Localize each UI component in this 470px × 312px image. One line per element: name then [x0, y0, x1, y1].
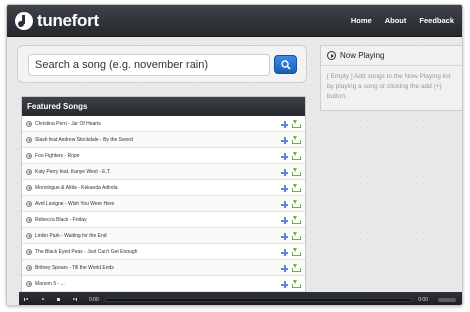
logo-text: tunefort	[37, 11, 99, 30]
add-to-playlist-icon[interactable]	[281, 169, 288, 176]
featured-songs-panel: Featured Songs Christina Perri - Jar Of …	[21, 96, 306, 305]
song-title[interactable]: Christina Perri - Jar Of Hearts	[35, 121, 101, 127]
add-to-playlist-icon[interactable]	[281, 265, 288, 272]
play-song-icon[interactable]	[26, 200, 32, 207]
download-icon[interactable]	[292, 264, 301, 272]
play-song-icon[interactable]	[26, 120, 32, 127]
search-input[interactable]	[28, 54, 270, 76]
song-title[interactable]: Foo Fighters - Rope	[35, 153, 79, 159]
download-icon[interactable]	[292, 280, 301, 288]
play-song-icon[interactable]	[26, 152, 32, 159]
song-title[interactable]: Slash feat Andrew Stockdale - By the Swo…	[35, 137, 133, 143]
now-playing-header: Now Playing	[321, 46, 462, 66]
song-title[interactable]: Monologue & Attila - Kekanda Adinda	[35, 185, 118, 191]
song-title[interactable]: Linkin Park - Waiting for the End	[35, 233, 107, 239]
nav-about-link[interactable]: About	[385, 16, 407, 25]
next-icon[interactable]	[67, 292, 83, 305]
featured-songs-title: Featured Songs	[22, 97, 305, 116]
song-title[interactable]: Katy Perry feat. Kanye West - E.T.	[35, 169, 111, 175]
song-row[interactable]: Britney Spears - Till the World Ends	[22, 260, 305, 276]
elapsed-time: 0:00	[89, 296, 99, 303]
song-row[interactable]: Avril Lavigne - Wish You Were Here	[22, 196, 305, 212]
song-row[interactable]: Christina Perri - Jar Of Hearts	[22, 116, 305, 132]
song-row[interactable]: The Black Eyed Peas - Just Can't Get Eno…	[22, 244, 305, 260]
duration-time: 0:00	[418, 296, 428, 303]
now-playing-panel: Now Playing [ Empty ] Add songs to the N…	[320, 45, 462, 111]
download-icon[interactable]	[292, 136, 301, 144]
song-title[interactable]: Britney Spears - Till the World Ends	[35, 265, 114, 271]
top-bar: tunefort Home About Feedback	[7, 5, 462, 37]
add-to-playlist-icon[interactable]	[281, 217, 288, 224]
logo[interactable]: tunefort	[15, 11, 99, 31]
play-song-icon[interactable]	[26, 168, 32, 175]
nav-home-link[interactable]: Home	[351, 16, 372, 25]
play-song-icon[interactable]	[26, 280, 32, 287]
download-icon[interactable]	[292, 200, 301, 208]
now-playing-title: Now Playing	[340, 51, 385, 60]
song-title[interactable]: Maroon 5 - ...	[35, 281, 65, 287]
search-panel	[17, 45, 307, 83]
play-song-icon[interactable]	[26, 216, 32, 223]
play-song-icon[interactable]	[26, 248, 32, 255]
add-to-playlist-icon[interactable]	[281, 121, 288, 128]
song-row[interactable]: Foo Fighters - Rope	[22, 148, 305, 164]
previous-icon[interactable]	[19, 292, 35, 305]
song-title[interactable]: Avril Lavigne - Wish You Were Here	[35, 201, 114, 207]
song-row[interactable]: Rebecca Black - Friday	[22, 212, 305, 228]
add-to-playlist-icon[interactable]	[281, 201, 288, 208]
play-song-icon[interactable]	[26, 232, 32, 239]
add-to-playlist-icon[interactable]	[281, 137, 288, 144]
play-icon[interactable]	[35, 292, 51, 305]
add-to-playlist-icon[interactable]	[281, 249, 288, 256]
nav-feedback-link[interactable]: Feedback	[419, 16, 454, 25]
music-note-icon	[15, 12, 33, 30]
player-bar: 0:00 0:00	[19, 292, 462, 305]
play-circle-icon	[327, 51, 336, 60]
add-to-playlist-icon[interactable]	[281, 233, 288, 240]
download-icon[interactable]	[292, 248, 301, 256]
main-nav: Home About Feedback	[351, 16, 454, 25]
song-list: Christina Perri - Jar Of Hearts Slash fea…	[22, 116, 305, 292]
play-song-icon[interactable]	[26, 184, 32, 191]
play-song-icon[interactable]	[26, 136, 32, 143]
play-song-icon[interactable]	[26, 264, 32, 271]
download-icon[interactable]	[292, 232, 301, 240]
stop-icon[interactable]	[51, 292, 67, 305]
song-row[interactable]: Linkin Park - Waiting for the End	[22, 228, 305, 244]
progress-bar[interactable]	[104, 297, 413, 302]
song-row[interactable]: Monologue & Attila - Kekanda Adinda	[22, 180, 305, 196]
download-icon[interactable]	[292, 168, 301, 176]
song-title[interactable]: The Black Eyed Peas - Just Can't Get Eno…	[35, 249, 137, 255]
download-icon[interactable]	[292, 152, 301, 160]
download-icon[interactable]	[292, 120, 301, 128]
search-icon	[281, 60, 291, 70]
search-button[interactable]	[274, 55, 297, 74]
app-window: tunefort Home About Feedback Featured So…	[6, 4, 463, 306]
download-icon[interactable]	[292, 184, 301, 192]
song-title[interactable]: Rebecca Black - Friday	[35, 217, 87, 223]
now-playing-empty-text: [ Empty ] Add songs to the Now Playing l…	[327, 73, 451, 100]
download-icon[interactable]	[292, 216, 301, 224]
song-row[interactable]: Katy Perry feat. Kanye West - E.T.	[22, 164, 305, 180]
song-row[interactable]: Maroon 5 - ...	[22, 276, 305, 292]
song-row[interactable]: Slash feat Andrew Stockdale - By the Swo…	[22, 132, 305, 148]
add-to-playlist-icon[interactable]	[281, 153, 288, 160]
add-to-playlist-icon[interactable]	[281, 185, 288, 192]
volume-slider[interactable]	[438, 297, 456, 302]
add-to-playlist-icon[interactable]	[281, 281, 288, 288]
